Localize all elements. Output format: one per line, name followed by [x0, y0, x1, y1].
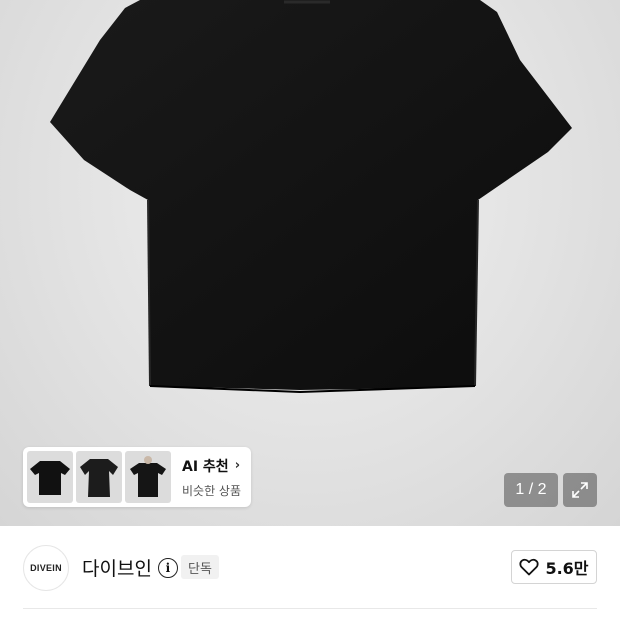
tshirt-thumb-icon [130, 456, 166, 497]
tshirt-thumb-icon [80, 459, 118, 497]
thumbnail-tshirt-3[interactable] [125, 451, 171, 503]
brand-name: 다이브인 [82, 558, 152, 580]
ai-recommend-subtitle: 비슷한 상품 [182, 483, 242, 498]
heart-icon [519, 558, 540, 576]
image-pager: 1 / 2 [504, 473, 558, 507]
expand-button[interactable] [563, 473, 597, 507]
info-icon[interactable]: i [157, 557, 178, 578]
like-button[interactable]: 5.6만 [511, 550, 597, 584]
brand-logo[interactable]: DIVEIN [23, 545, 69, 591]
chevron-right-icon: › [234, 458, 241, 473]
ai-recommend-card[interactable]: AI 추천 › 비슷한 상품 [23, 447, 251, 507]
product-image-gallery[interactable]: AI 추천 › 비슷한 상품 1 / 2 [0, 0, 620, 526]
thumbnail-tshirt-2[interactable] [76, 451, 122, 503]
brand-row: DIVEIN 다이브인 i 단독 5.6만 [0, 526, 620, 610]
exclusive-badge: 단독 [181, 555, 219, 579]
ai-recommend-title: AI 추천 [182, 458, 229, 475]
thumbnail-tshirt-1[interactable] [27, 451, 73, 503]
divider [23, 608, 597, 609]
expand-icon [572, 482, 588, 498]
like-count: 5.6만 [545, 559, 589, 578]
tshirt-thumb-icon [30, 461, 70, 495]
brand-name-link[interactable]: 다이브인 i [82, 554, 178, 581]
